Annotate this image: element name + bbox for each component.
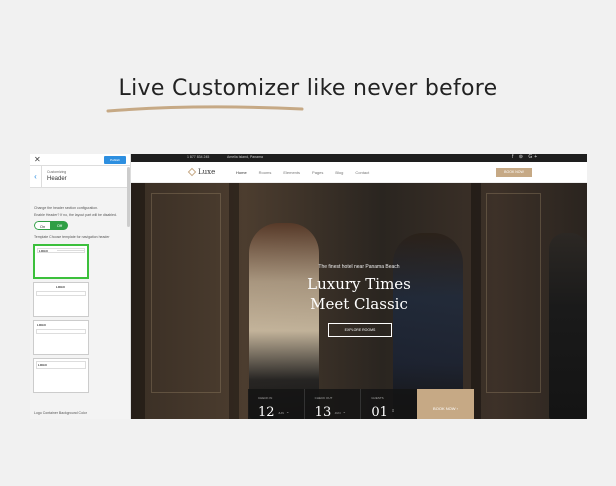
- section-description: Change the header section configuration.: [34, 206, 99, 210]
- underline-swash: [106, 105, 304, 113]
- template-label: Template Choose template for navigation …: [34, 235, 110, 239]
- guests-field[interactable]: GUESTS 01 ⇕: [361, 389, 417, 419]
- section-title: Header: [47, 176, 67, 182]
- close-icon[interactable]: ✕: [34, 155, 41, 164]
- logo-container-bg-label: Logo Container Background Color: [34, 411, 87, 415]
- template-logo: LOGO: [38, 363, 47, 367]
- site-logo[interactable]: Luxe: [187, 167, 216, 177]
- stepper-icon[interactable]: ⇕: [391, 408, 394, 413]
- customizer-toolbar: ✕ Publish: [30, 154, 130, 166]
- explore-rooms-button[interactable]: EXPLORE ROOMS: [328, 323, 392, 337]
- nav-pages[interactable]: Pages: [312, 170, 323, 175]
- check-out-field[interactable]: CHECK OUT 13 JUN ⌄: [305, 389, 362, 419]
- check-in-day: 12: [258, 405, 275, 419]
- guests-label: GUESTS: [371, 396, 384, 400]
- back-arrow-icon[interactable]: ‹: [30, 166, 42, 188]
- publish-button[interactable]: Publish: [104, 156, 126, 164]
- chevron-down-icon: ⌄: [342, 409, 347, 414]
- section-header: ‹ Customizing Header: [30, 166, 130, 188]
- panel-scrollbar[interactable]: [127, 167, 130, 227]
- phone-text: 1 877 834 245: [187, 155, 210, 159]
- site-preview: 1 877 834 245 Amelia Island, Panama f ⊚ …: [131, 154, 587, 419]
- header-template-1[interactable]: LOGO: [33, 244, 89, 279]
- hero-subtitle: The finest hotel near Panama Beach: [318, 264, 400, 270]
- guests-count: 01: [371, 405, 388, 419]
- check-out-month: JUN: [334, 411, 341, 415]
- site-nav: Home Rooms Elements Pages Blog Contact: [236, 170, 381, 175]
- header-template-4[interactable]: LOGO: [33, 358, 89, 393]
- enable-header-note: Enable Header? If no, the layout part wi…: [34, 213, 117, 217]
- template-logo: LOGO: [56, 285, 65, 289]
- header-template-2[interactable]: LOGO: [33, 282, 89, 317]
- toggle-off[interactable]: Off: [51, 221, 68, 230]
- toggle-on[interactable]: On: [34, 221, 51, 230]
- booking-bar: CHECK IN 12 JUN ⌄ CHECK OUT 13 JUN ⌄ GUE…: [248, 389, 417, 419]
- breadcrumb: Customizing: [47, 170, 67, 174]
- logo-mark-icon: [187, 167, 197, 177]
- hero-image: The finest hotel near Panama Beach Luxur…: [131, 183, 587, 419]
- hero-figure-doorman: [549, 233, 587, 419]
- customizer-panel: ✕ Publish ‹ Customizing Header Change th…: [30, 154, 131, 419]
- check-in-field[interactable]: CHECK IN 12 JUN ⌄: [248, 389, 305, 419]
- header-template-3[interactable]: LOGO: [33, 320, 89, 355]
- nav-contact[interactable]: Contact: [355, 170, 369, 175]
- template-logo: LOGO: [37, 323, 46, 327]
- headline: Live Customizer like never before: [118, 76, 498, 101]
- nav-rooms[interactable]: Rooms: [259, 170, 272, 175]
- social-icons[interactable]: f ⊚ G+: [512, 154, 539, 160]
- enable-header-toggle[interactable]: On Off: [34, 221, 68, 230]
- nav-home[interactable]: Home: [236, 170, 247, 175]
- brand-name: Luxe: [198, 168, 216, 176]
- hero-title-line2: Meet Classic: [310, 295, 408, 313]
- check-in-label: CHECK IN: [258, 396, 273, 400]
- address-text: Amelia Island, Panama: [227, 155, 263, 159]
- nav-elements[interactable]: Elements: [283, 170, 300, 175]
- hero-title-line1: Luxury Times: [307, 275, 411, 293]
- nav-book-now-button[interactable]: BOOK NOW: [496, 168, 532, 177]
- template-logo: LOGO: [39, 249, 48, 253]
- nav-blog[interactable]: Blog: [335, 170, 343, 175]
- chevron-down-icon: ⌄: [286, 409, 290, 414]
- site-topbar: 1 877 834 245 Amelia Island, Panama f ⊚ …: [131, 154, 587, 162]
- check-in-month: JUN: [278, 411, 284, 415]
- book-now-button[interactable]: BOOK NOW ›: [417, 389, 474, 419]
- check-out-day: 13: [314, 405, 332, 419]
- site-navbar: Luxe Home Rooms Elements Pages Blog Cont…: [131, 162, 587, 183]
- hero-title: Luxury Times Meet Classic: [131, 274, 587, 314]
- check-out-label: CHECK OUT: [314, 396, 333, 400]
